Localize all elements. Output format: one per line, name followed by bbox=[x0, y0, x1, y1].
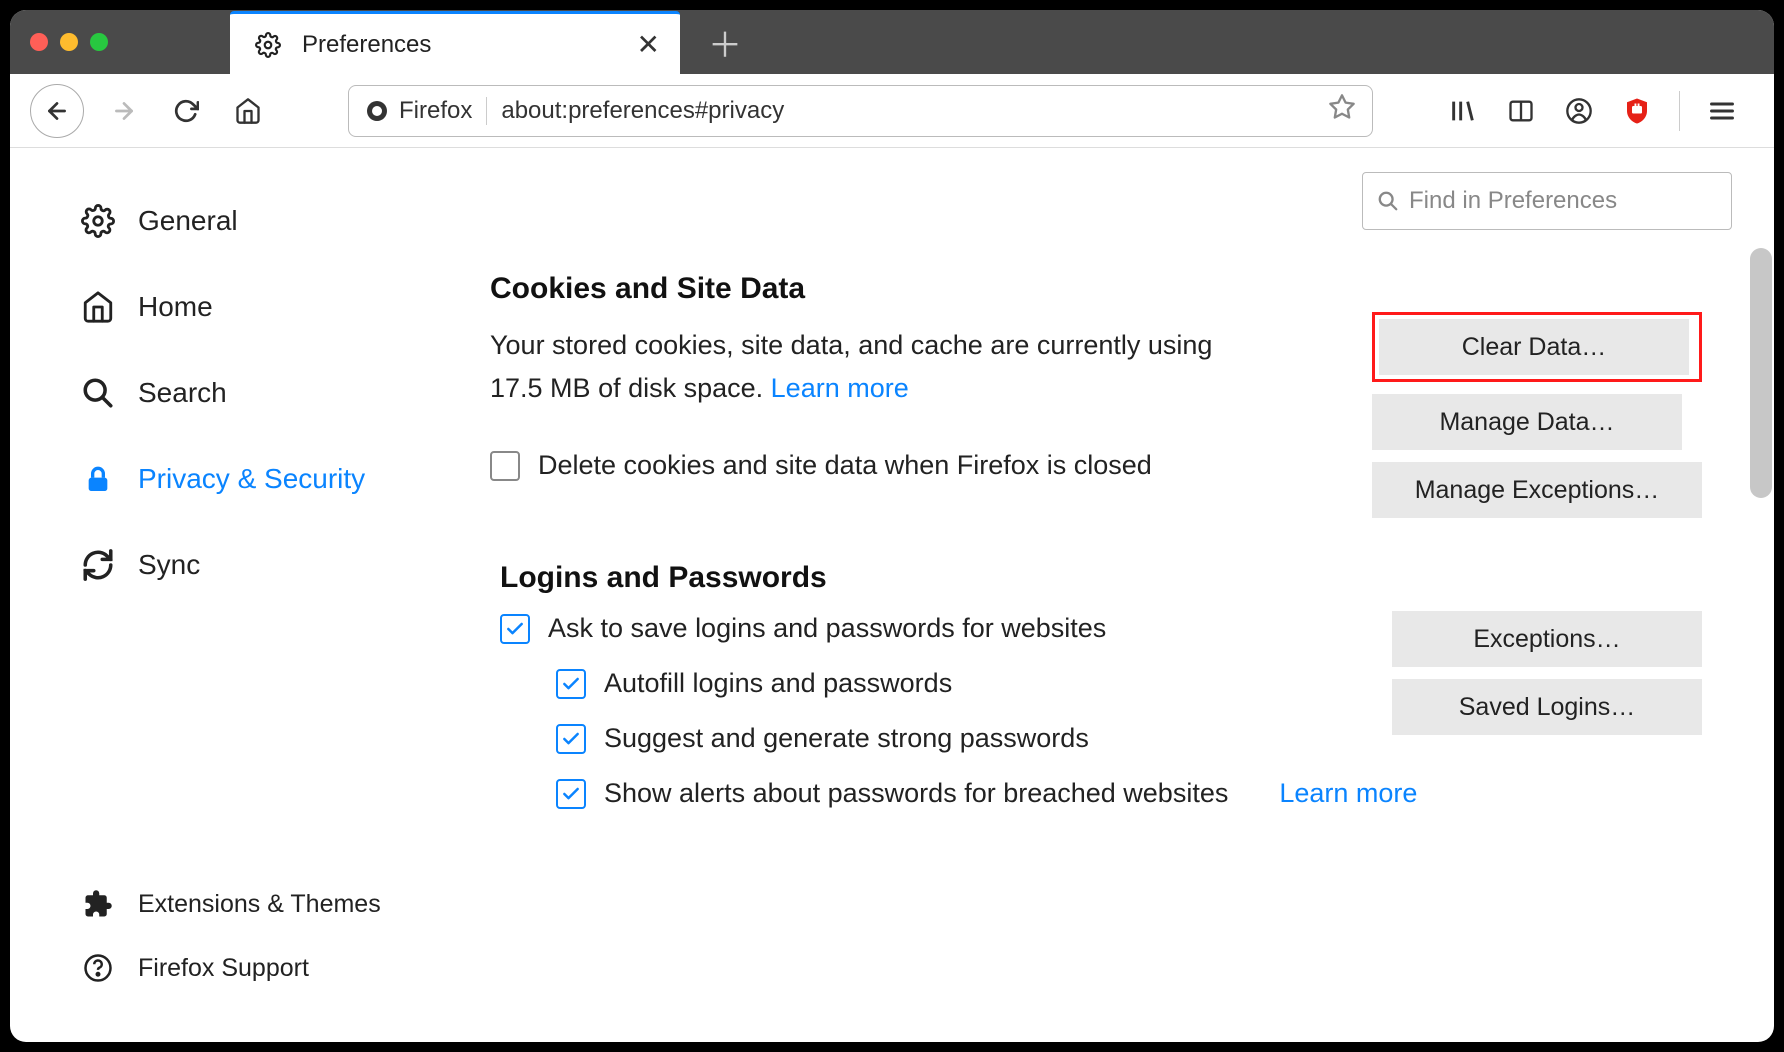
autofill-checkbox[interactable] bbox=[556, 669, 586, 699]
url-text: about:preferences#privacy bbox=[501, 97, 1314, 125]
back-button[interactable] bbox=[30, 84, 84, 138]
cookies-description: Your stored cookies, site data, and cach… bbox=[490, 324, 1250, 410]
logins-exceptions-button[interactable]: Exceptions… bbox=[1392, 611, 1702, 667]
reload-button[interactable] bbox=[164, 89, 208, 133]
preferences-main: Find in Preferences Cookies and Site Dat… bbox=[490, 148, 1774, 1042]
titlebar: Preferences ✕ ＋ bbox=[10, 10, 1774, 74]
alerts-checkbox[interactable] bbox=[556, 779, 586, 809]
learn-more-link[interactable]: Learn more bbox=[1279, 778, 1417, 809]
library-icon[interactable] bbox=[1447, 95, 1479, 127]
toolbar-icons bbox=[1431, 91, 1754, 131]
alerts-row[interactable]: Show alerts about passwords for breached… bbox=[556, 778, 1744, 809]
learn-more-link[interactable]: Learn more bbox=[771, 373, 909, 403]
sidebar-item-search[interactable]: Search bbox=[80, 350, 490, 436]
nav-toolbar: Firefox about:preferences#privacy bbox=[10, 74, 1774, 148]
section-cookies: Cookies and Site Data Your stored cookie… bbox=[490, 272, 1744, 481]
sidebar-item-label: Sync bbox=[138, 549, 200, 581]
sidebar-item-label: Extensions & Themes bbox=[138, 890, 381, 919]
saved-logins-button[interactable]: Saved Logins… bbox=[1392, 679, 1702, 735]
cookies-actions: Clear Data… Manage Data… Manage Exceptio… bbox=[1372, 312, 1702, 518]
preferences-content: General Home Search Privacy & Security bbox=[10, 148, 1774, 1042]
checkbox-label: Suggest and generate strong passwords bbox=[604, 723, 1089, 754]
url-identity[interactable]: Firefox bbox=[365, 97, 487, 125]
search-icon bbox=[1377, 190, 1399, 212]
puzzle-icon bbox=[80, 886, 116, 922]
menu-button[interactable] bbox=[1706, 95, 1738, 127]
sync-icon bbox=[80, 547, 116, 583]
checkbox-label: Show alerts about passwords for breached… bbox=[604, 778, 1228, 809]
account-icon[interactable] bbox=[1563, 95, 1595, 127]
logins-actions: Exceptions… Saved Logins… bbox=[1392, 611, 1702, 735]
desc-prefix: Your stored cookies, site data, and cach… bbox=[490, 330, 1212, 360]
ublock-icon[interactable] bbox=[1621, 95, 1653, 127]
section-logins: Logins and Passwords Ask to save logins … bbox=[500, 561, 1744, 809]
sidebar-item-label: Firefox Support bbox=[138, 954, 309, 983]
lock-icon bbox=[80, 461, 116, 497]
search-placeholder: Find in Preferences bbox=[1409, 187, 1617, 215]
help-icon bbox=[80, 950, 116, 986]
url-identity-label: Firefox bbox=[399, 97, 472, 125]
sidebar-item-label: Privacy & Security bbox=[138, 463, 365, 495]
desc-suffix: of disk space. bbox=[591, 373, 771, 403]
checkbox-label: Delete cookies and site data when Firefo… bbox=[538, 450, 1152, 481]
delete-on-close-checkbox[interactable] bbox=[490, 451, 520, 481]
ask-save-checkbox[interactable] bbox=[500, 614, 530, 644]
tab-close-button[interactable]: ✕ bbox=[637, 28, 660, 61]
checkbox-label: Ask to save logins and passwords for web… bbox=[548, 613, 1106, 644]
clear-data-button[interactable]: Clear Data… bbox=[1379, 319, 1689, 375]
suggest-checkbox[interactable] bbox=[556, 724, 586, 754]
sidebar-item-label: Search bbox=[138, 377, 227, 409]
preferences-search[interactable]: Find in Preferences bbox=[1362, 172, 1732, 230]
minimize-window-button[interactable] bbox=[60, 33, 78, 51]
bookmark-star-icon[interactable] bbox=[1328, 93, 1356, 128]
sidebar-toggle-icon[interactable] bbox=[1505, 95, 1537, 127]
checkbox-label: Autofill logins and passwords bbox=[604, 668, 952, 699]
home-button[interactable] bbox=[226, 89, 270, 133]
forward-button[interactable] bbox=[102, 89, 146, 133]
search-icon bbox=[80, 375, 116, 411]
section-heading: Logins and Passwords bbox=[500, 561, 1744, 595]
preferences-sidebar: General Home Search Privacy & Security bbox=[10, 148, 490, 1042]
manage-exceptions-button[interactable]: Manage Exceptions… bbox=[1372, 462, 1702, 518]
home-icon bbox=[80, 289, 116, 325]
toolbar-divider bbox=[1679, 91, 1680, 131]
sidebar-footer: Extensions & Themes Firefox Support bbox=[80, 872, 490, 1012]
window-controls bbox=[30, 33, 108, 51]
disk-size: 17.5 MB bbox=[490, 373, 591, 403]
new-tab-button[interactable]: ＋ bbox=[700, 17, 750, 67]
tab-preferences[interactable]: Preferences ✕ bbox=[230, 11, 680, 75]
sidebar-item-extensions[interactable]: Extensions & Themes bbox=[80, 872, 490, 936]
browser-window: Preferences ✕ ＋ Firefox about:preference… bbox=[10, 10, 1774, 1042]
sidebar-item-general[interactable]: General bbox=[80, 178, 490, 264]
sidebar-item-sync[interactable]: Sync bbox=[80, 522, 490, 608]
firefox-icon bbox=[365, 99, 389, 123]
sidebar-item-support[interactable]: Firefox Support bbox=[80, 936, 490, 1000]
sidebar-item-label: Home bbox=[138, 291, 213, 323]
tab-label: Preferences bbox=[302, 31, 621, 59]
gear-icon bbox=[80, 203, 116, 239]
sidebar-item-label: General bbox=[138, 205, 238, 237]
gear-icon bbox=[250, 27, 286, 63]
sidebar-item-privacy[interactable]: Privacy & Security bbox=[80, 436, 490, 522]
manage-data-button[interactable]: Manage Data… bbox=[1372, 394, 1682, 450]
close-window-button[interactable] bbox=[30, 33, 48, 51]
section-heading: Cookies and Site Data bbox=[490, 272, 1744, 306]
url-bar[interactable]: Firefox about:preferences#privacy bbox=[348, 85, 1373, 137]
highlight-clear-data: Clear Data… bbox=[1372, 312, 1702, 382]
sidebar-item-home[interactable]: Home bbox=[80, 264, 490, 350]
maximize-window-button[interactable] bbox=[90, 33, 108, 51]
